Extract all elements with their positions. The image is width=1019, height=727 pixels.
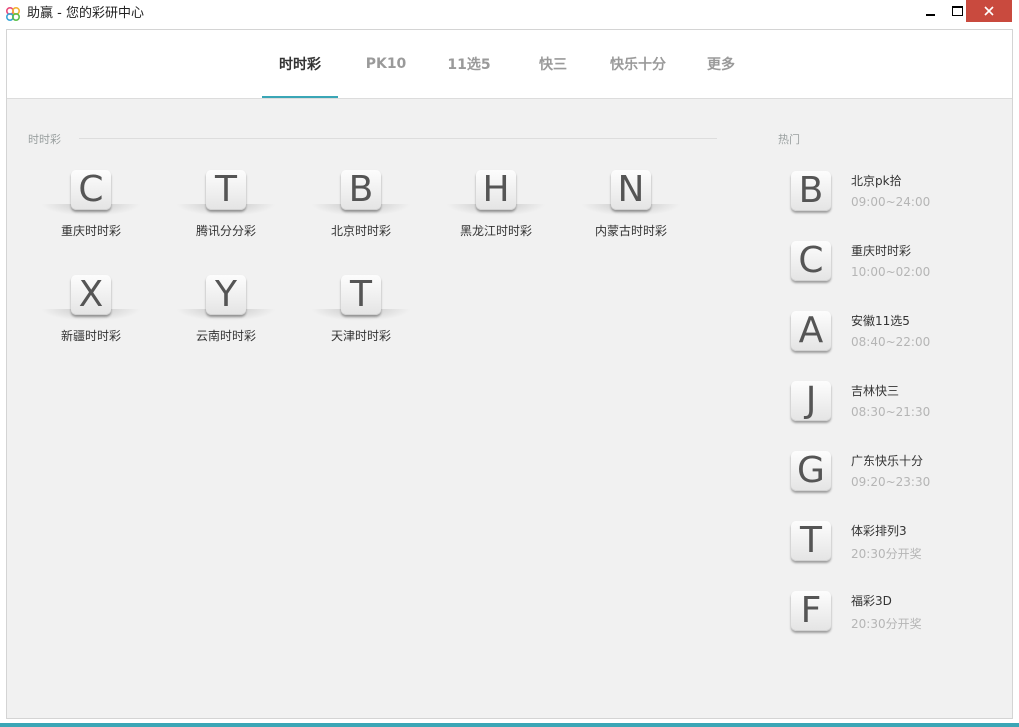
maximize-icon — [951, 6, 963, 16]
hot-list-item[interactable]: B 北京pk拾 09:00~24:00 — [791, 171, 991, 231]
hot-section-title: 热门 — [778, 133, 800, 146]
hot-item-time: 09:00~24:00 — [851, 195, 931, 209]
hot-item-time: 10:00~02:00 — [851, 265, 931, 279]
lottery-letter-icon: X — [71, 275, 111, 315]
tab-shishicai[interactable]: 时时彩 — [262, 30, 338, 98]
app-logo-icon — [5, 6, 21, 22]
lottery-letter-icon: Y — [206, 275, 246, 315]
lottery-tile[interactable]: N 内蒙古时时彩 — [576, 168, 686, 248]
lottery-name: 腾讯分分彩 — [195, 224, 256, 238]
hot-item-name: 重庆时时彩 — [851, 244, 912, 258]
hot-list-item[interactable]: F 福彩3D 20:30分开奖 — [791, 591, 991, 651]
lottery-letter-icon: N — [611, 170, 651, 210]
tab-kuai3[interactable]: 快三 — [521, 30, 585, 98]
lottery-letter-icon: J — [791, 381, 831, 421]
hot-item-name: 体彩排列3 — [851, 524, 907, 538]
lottery-letter-icon: T — [206, 170, 246, 210]
lottery-name: 新疆时时彩 — [60, 329, 121, 343]
category-nav: 时时彩 PK10 11选5 快三 快乐十分 更多 — [7, 30, 1012, 99]
lottery-name: 内蒙古时时彩 — [594, 224, 667, 238]
hot-item-time: 09:20~23:30 — [851, 475, 931, 489]
lottery-letter-icon: T — [791, 521, 831, 561]
hot-item-name: 北京pk拾 — [851, 174, 902, 188]
hot-list-item[interactable]: J 吉林快三 08:30~21:30 — [791, 381, 991, 441]
minimize-button[interactable] — [915, 0, 945, 22]
hot-item-name: 安徽11选5 — [851, 314, 910, 328]
title-bar: 助赢 - 您的彩研中心 — [0, 0, 1019, 28]
close-icon — [984, 6, 994, 16]
lottery-letter-icon: T — [341, 275, 381, 315]
lottery-letter-icon: H — [476, 170, 516, 210]
section-divider — [79, 138, 717, 139]
lottery-letter-icon: F — [791, 591, 831, 631]
lottery-letter-icon: B — [791, 171, 831, 211]
lottery-name: 北京时时彩 — [330, 224, 391, 238]
hot-list-item[interactable]: C 重庆时时彩 10:00~02:00 — [791, 241, 991, 301]
hot-item-time: 20:30分开奖 — [851, 547, 922, 561]
hot-list-item[interactable]: A 安徽11选5 08:40~22:00 — [791, 311, 991, 371]
lottery-letter-icon: C — [71, 170, 111, 210]
tab-kuaile10[interactable]: 快乐十分 — [600, 30, 676, 98]
tab-11x5[interactable]: 11选5 — [435, 30, 503, 98]
lottery-tile[interactable]: H 黑龙江时时彩 — [441, 168, 551, 248]
lottery-tile[interactable]: X 新疆时时彩 — [36, 273, 146, 353]
hot-item-name: 福彩3D — [851, 594, 892, 608]
lottery-tile[interactable]: C 重庆时时彩 — [36, 168, 146, 248]
hot-item-name: 吉林快三 — [851, 384, 900, 398]
minimize-icon — [925, 14, 935, 16]
lottery-name: 天津时时彩 — [330, 329, 391, 343]
lottery-letter-icon: G — [791, 451, 831, 491]
lottery-tile[interactable]: T 天津时时彩 — [306, 273, 416, 353]
tab-more[interactable]: 更多 — [693, 30, 749, 98]
close-button[interactable] — [966, 0, 1012, 22]
hot-item-time: 20:30分开奖 — [851, 617, 922, 631]
window-bottom-accent — [0, 723, 1019, 727]
lottery-tile[interactable]: B 北京时时彩 — [306, 168, 416, 248]
lottery-name: 黑龙江时时彩 — [459, 224, 532, 238]
lottery-letter-icon: C — [791, 241, 831, 281]
lottery-letter-icon: A — [791, 311, 831, 351]
lottery-letter-icon: B — [341, 170, 381, 210]
hot-list-item[interactable]: G 广东快乐十分 09:20~23:30 — [791, 451, 991, 511]
hot-item-time: 08:30~21:30 — [851, 405, 931, 419]
lottery-tile[interactable]: Y 云南时时彩 — [171, 273, 281, 353]
lottery-name: 重庆时时彩 — [60, 224, 121, 238]
window-title: 助赢 - 您的彩研中心 — [27, 6, 144, 21]
hot-list-item[interactable]: T 体彩排列3 20:30分开奖 — [791, 521, 991, 581]
lottery-name: 云南时时彩 — [195, 329, 256, 343]
hot-item-name: 广东快乐十分 — [851, 454, 924, 468]
hot-item-time: 08:40~22:00 — [851, 335, 931, 349]
section-title: 时时彩 — [28, 133, 61, 146]
tab-pk10[interactable]: PK10 — [353, 30, 419, 98]
lottery-tile[interactable]: T 腾讯分分彩 — [171, 168, 281, 248]
main-window: 时时彩 PK10 11选5 快三 快乐十分 更多 时时彩 C 重庆时时彩 T 腾… — [6, 29, 1013, 719]
